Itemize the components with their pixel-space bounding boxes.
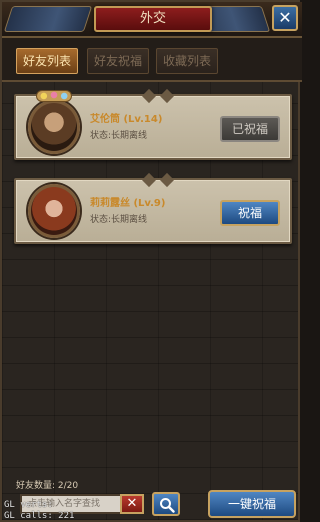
friend-status: 状态:长期离线 bbox=[90, 215, 148, 225]
tab-favorites[interactable]: 收藏列表 bbox=[156, 48, 218, 74]
search-button[interactable] bbox=[152, 492, 180, 516]
friend-status: 状态:长期离线 bbox=[90, 131, 148, 141]
card-ornament bbox=[141, 88, 157, 104]
avatar[interactable] bbox=[28, 184, 80, 238]
friend-name: 艾伦筒 (Lv.14) bbox=[90, 114, 163, 125]
blessed-button[interactable]: 已祝福 bbox=[220, 116, 280, 142]
debug-calls: GL calls: 221 bbox=[4, 511, 75, 521]
card-ornament bbox=[159, 172, 175, 188]
bless-button[interactable]: 祝福 bbox=[220, 200, 280, 226]
close-button[interactable]: ✕ bbox=[272, 5, 298, 31]
tab-friend-list[interactable]: 好友列表 bbox=[16, 48, 78, 74]
panel-title: 外交 bbox=[94, 6, 212, 32]
friend-name: 莉莉露丝 (Lv.9) bbox=[90, 198, 166, 209]
tab-bar: 好友列表 好友祝福 收藏列表 bbox=[2, 38, 302, 82]
diplomacy-panel: 外交 ✕ 好友列表 好友祝福 收藏列表 艾伦筒 (Lv.14) 状态:长期离线 … bbox=[0, 0, 302, 522]
clear-search-button[interactable]: ✕ bbox=[120, 494, 144, 514]
avatar[interactable] bbox=[28, 100, 80, 154]
debug-verts: GL verts: bbox=[4, 500, 53, 510]
panel-header: 外交 ✕ bbox=[2, 2, 302, 38]
friend-count: 好友数量: 2/20 bbox=[16, 481, 79, 491]
friend-card: 艾伦筒 (Lv.14) 状态:长期离线 已祝福 bbox=[14, 88, 292, 160]
friend-card: 莉莉露丝 (Lv.9) 状态:长期离线 祝福 bbox=[14, 172, 292, 244]
card-ornament bbox=[141, 172, 157, 188]
tab-friend-blessings[interactable]: 好友祝福 bbox=[87, 48, 149, 74]
flower-crown-icon bbox=[36, 90, 72, 102]
header-ornament-left bbox=[3, 6, 93, 32]
bless-all-button[interactable]: 一键祝福 bbox=[208, 490, 296, 518]
debug-overlay: GL verts: GL calls: 221 bbox=[4, 500, 74, 522]
search-icon bbox=[160, 498, 175, 513]
card-ornament bbox=[159, 88, 175, 104]
